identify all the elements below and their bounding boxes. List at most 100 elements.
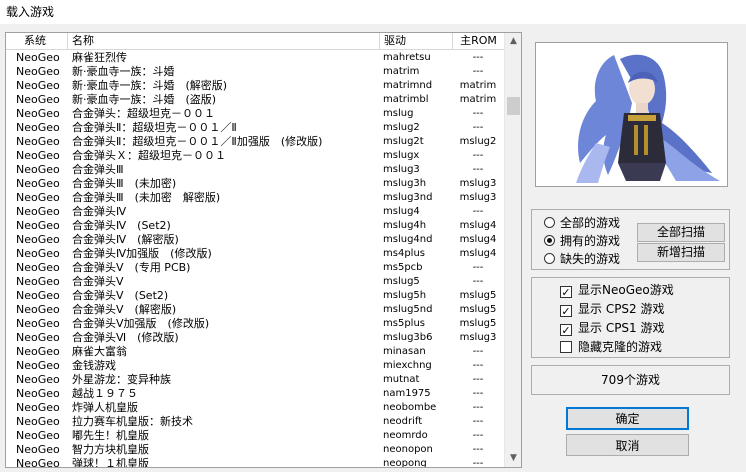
table-row[interactable]: NeoGeo 弹球！１机皇版 neopong --- (6, 457, 504, 468)
table-row[interactable]: NeoGeo 新·豪血寺一族：斗婚 (盗版) matrimbl matrim (6, 93, 504, 107)
cell-rom: --- (472, 276, 484, 287)
cell-name: 金钱游戏 (72, 359, 116, 372)
checkbox-icon[interactable]: ✓ (560, 305, 572, 317)
table-row[interactable]: NeoGeo 合金弹头：超级坦克－００１ mslug --- (6, 107, 504, 121)
column-header-system[interactable]: 系统 (6, 33, 68, 50)
checkbox-show-cps2[interactable]: ✓ 显示 CPS2 游戏 (560, 300, 665, 318)
cell-name: 合金弹头Ｘ：超级坦克－００１ (72, 149, 226, 162)
radio-button-icon[interactable] (544, 235, 555, 246)
cell-system: NeoGeo (16, 93, 60, 106)
table-row[interactable]: NeoGeo 合金弹头Ⅱ：超级坦克－００１／Ⅱ mslug2 --- (6, 121, 504, 135)
scroll-up-icon[interactable]: ▲ (505, 33, 521, 50)
cell-system: NeoGeo (16, 359, 60, 372)
cell-name: 嘟先生！机皇版 (72, 429, 149, 442)
cell-rom: mslug4 (459, 248, 497, 259)
table-row[interactable]: NeoGeo 麻雀狂烈传 mahretsu --- (6, 51, 504, 65)
cell-driver: mslug4h (383, 220, 427, 231)
cell-driver: neomrdo (383, 430, 428, 441)
cell-system: NeoGeo (16, 65, 60, 78)
checkbox-hide-clones[interactable]: 隐藏克隆的游戏 (560, 338, 662, 356)
table-row[interactable]: NeoGeo 合金弹头Ⅴ mslug5 --- (6, 275, 504, 289)
cell-rom: --- (472, 346, 484, 357)
table-row[interactable]: NeoGeo 合金弹头Ⅳ mslug4 --- (6, 205, 504, 219)
cell-name: 新·豪血寺一族：斗婚 (盗版) (72, 93, 217, 106)
table-row[interactable]: NeoGeo 合金弹头Ⅴ (专用 PCB) ms5pcb --- (6, 261, 504, 275)
cell-rom: --- (472, 150, 484, 161)
table-row[interactable]: NeoGeo 智力方块机皇版 neonopon --- (6, 443, 504, 457)
window-title: 载入游戏 (0, 0, 746, 24)
table-row[interactable]: NeoGeo 麻雀大富翁 minasan --- (6, 345, 504, 359)
cell-driver: neopong (383, 458, 427, 468)
table-row[interactable]: NeoGeo 合金弹头Ⅲ (未加密) mslug3h mslug3 (6, 177, 504, 191)
table-row[interactable]: NeoGeo 越战１９７５ nam1975 --- (6, 387, 504, 401)
table-row[interactable]: NeoGeo 合金弹头Ⅳ (Set2) mslug4h mslug4 (6, 219, 504, 233)
table-row[interactable]: NeoGeo 合金弹头Ⅲ (未加密 解密版) mslug3nd mslug3 (6, 191, 504, 205)
radio-owned-games[interactable]: 拥有的游戏 (544, 232, 620, 250)
table-row[interactable]: NeoGeo 嘟先生！机皇版 neomrdo --- (6, 429, 504, 443)
cell-rom: mslug4 (459, 220, 497, 231)
column-header-driver[interactable]: 驱动 (380, 33, 453, 50)
cell-rom: --- (472, 52, 484, 63)
scroll-thumb[interactable] (507, 97, 520, 115)
cell-driver: mslug5nd (383, 304, 433, 315)
column-header-rom[interactable]: 主ROM (453, 33, 505, 50)
cell-rom: --- (472, 402, 484, 413)
table-row[interactable]: NeoGeo 合金弹头Ⅵ (修改版) mslug3b6 mslug3 (6, 331, 504, 345)
cancel-button[interactable]: 取消 (566, 434, 689, 456)
table-row[interactable]: NeoGeo 合金弹头Ⅳ加强版 (修改版) ms4plus mslug4 (6, 247, 504, 261)
table-row[interactable]: NeoGeo 拉力赛车机皇版：新技术 neodrift --- (6, 415, 504, 429)
cell-name: 麻雀狂烈传 (72, 51, 127, 64)
cell-name: 新·豪血寺一族：斗婚 (解密版) (72, 79, 228, 92)
checkbox-show-cps1[interactable]: ✓ 显示 CPS1 游戏 (560, 319, 665, 337)
radio-button-icon[interactable] (544, 217, 555, 228)
table-row[interactable]: NeoGeo 合金弹头Ⅱ：超级坦克－００１／Ⅱ加强版 (修改版) mslug2t ms… (6, 135, 504, 149)
checkbox-label: 隐藏克隆的游戏 (578, 340, 663, 354)
cell-name: 合金弹头Ⅵ (修改版) (72, 331, 179, 344)
cell-name: 合金弹头Ⅲ (未加密) (72, 177, 177, 190)
scan-all-button[interactable]: 全部扫描 (637, 223, 725, 242)
table-row[interactable]: NeoGeo 炸弹人机皇版 neobombe --- (6, 401, 504, 415)
cell-system: NeoGeo (16, 373, 60, 386)
table-row[interactable]: NeoGeo 金钱游戏 miexchng --- (6, 359, 504, 373)
table-row[interactable]: NeoGeo 合金弹头Ⅳ (解密版) mslug4nd mslug4 (6, 233, 504, 247)
cell-system: NeoGeo (16, 345, 60, 358)
table-row[interactable]: NeoGeo 合金弹头Ｘ：超级坦克－００１ mslugx --- (6, 149, 504, 163)
scan-new-button[interactable]: 新增扫描 (637, 243, 725, 262)
cell-driver: matrimbl (383, 94, 429, 105)
column-header-name[interactable]: 名称 (68, 33, 380, 50)
cell-name: 智力方块机皇版 (72, 443, 149, 456)
game-list[interactable]: 系统 名称 驱动 主ROM NeoGeo 麻雀狂烈传 mahretsu --- NeoG… (5, 32, 522, 468)
cell-driver: mslug5h (383, 290, 427, 301)
table-row[interactable]: NeoGeo 外星游龙：变异种族 mutnat --- (6, 373, 504, 387)
cell-driver: mslug4 (383, 206, 420, 217)
table-row[interactable]: NeoGeo 合金弹头Ⅴ (解密版) mslug5nd mslug5 (6, 303, 504, 317)
list-scrollbar[interactable]: ▲ ▼ (504, 33, 521, 467)
checkbox-icon[interactable] (560, 341, 572, 353)
table-row[interactable]: NeoGeo 合金弹头Ⅲ mslug3 --- (6, 163, 504, 177)
checkbox-icon[interactable]: ✓ (560, 286, 572, 298)
checkbox-label: 显示NeoGeo游戏 (578, 283, 674, 297)
checkbox-show-neogeo[interactable]: ✓ 显示NeoGeo游戏 (560, 281, 674, 299)
cell-rom: --- (472, 416, 484, 427)
table-row[interactable]: NeoGeo 合金弹头Ⅴ加强版 (修改版) ms5plus mslug5 (6, 317, 504, 331)
cell-system: NeoGeo (16, 317, 60, 330)
cell-system: NeoGeo (16, 107, 60, 120)
radio-missing-games[interactable]: 缺失的游戏 (544, 250, 620, 268)
cell-rom: --- (472, 360, 484, 371)
scroll-down-icon[interactable]: ▼ (505, 450, 521, 467)
radio-button-icon[interactable] (544, 253, 555, 264)
cell-system: NeoGeo (16, 219, 60, 232)
table-row[interactable]: NeoGeo 新·豪血寺一族：斗婚 matrim --- (6, 65, 504, 79)
cell-system: NeoGeo (16, 387, 60, 400)
cell-name: 合金弹头Ⅴ (Set2) (72, 289, 169, 302)
cell-system: NeoGeo (16, 177, 60, 190)
cell-name: 合金弹头Ⅳ (72, 205, 127, 218)
table-row[interactable]: NeoGeo 合金弹头Ⅴ (Set2) mslug5h mslug5 (6, 289, 504, 303)
table-row[interactable]: NeoGeo 新·豪血寺一族：斗婚 (解密版) matrimnd matrim (6, 79, 504, 93)
cell-driver: mslug3b6 (383, 332, 433, 343)
checkbox-icon[interactable]: ✓ (560, 324, 572, 336)
cell-system: NeoGeo (16, 289, 60, 302)
ok-button[interactable]: 确定 (566, 407, 689, 430)
radio-label-missing: 缺失的游戏 (560, 252, 621, 266)
radio-all-games[interactable]: 全部的游戏 (544, 214, 620, 232)
